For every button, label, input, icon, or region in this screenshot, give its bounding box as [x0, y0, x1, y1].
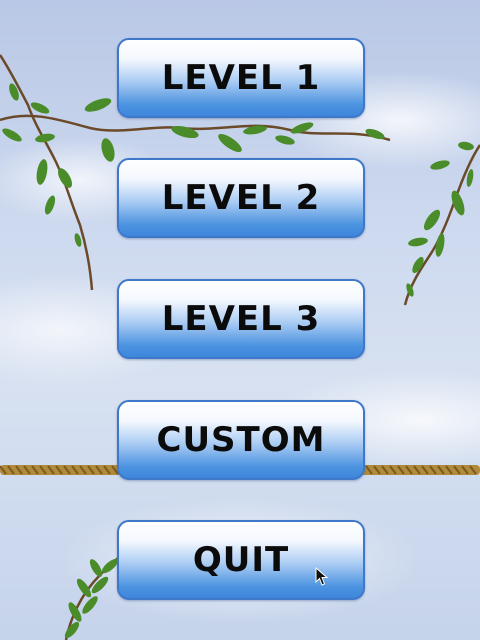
- level-1-label: LEVEL 1: [161, 58, 321, 98]
- right-vine-icon: [403, 141, 480, 306]
- leaf-sprig-icon: [64, 553, 123, 640]
- pointer-cursor-icon: [315, 567, 329, 586]
- quit-label: QUIT: [192, 540, 290, 580]
- level-3-label: LEVEL 3: [161, 299, 321, 339]
- custom-label: CUSTOM: [156, 420, 326, 460]
- level-2-button[interactable]: LEVEL 2: [117, 158, 365, 238]
- custom-button[interactable]: CUSTOM: [117, 400, 365, 480]
- quit-button[interactable]: QUIT: [117, 520, 365, 600]
- level-2-label: LEVEL 2: [161, 178, 321, 218]
- level-1-button[interactable]: LEVEL 1: [117, 38, 365, 118]
- level-3-button[interactable]: LEVEL 3: [117, 279, 365, 359]
